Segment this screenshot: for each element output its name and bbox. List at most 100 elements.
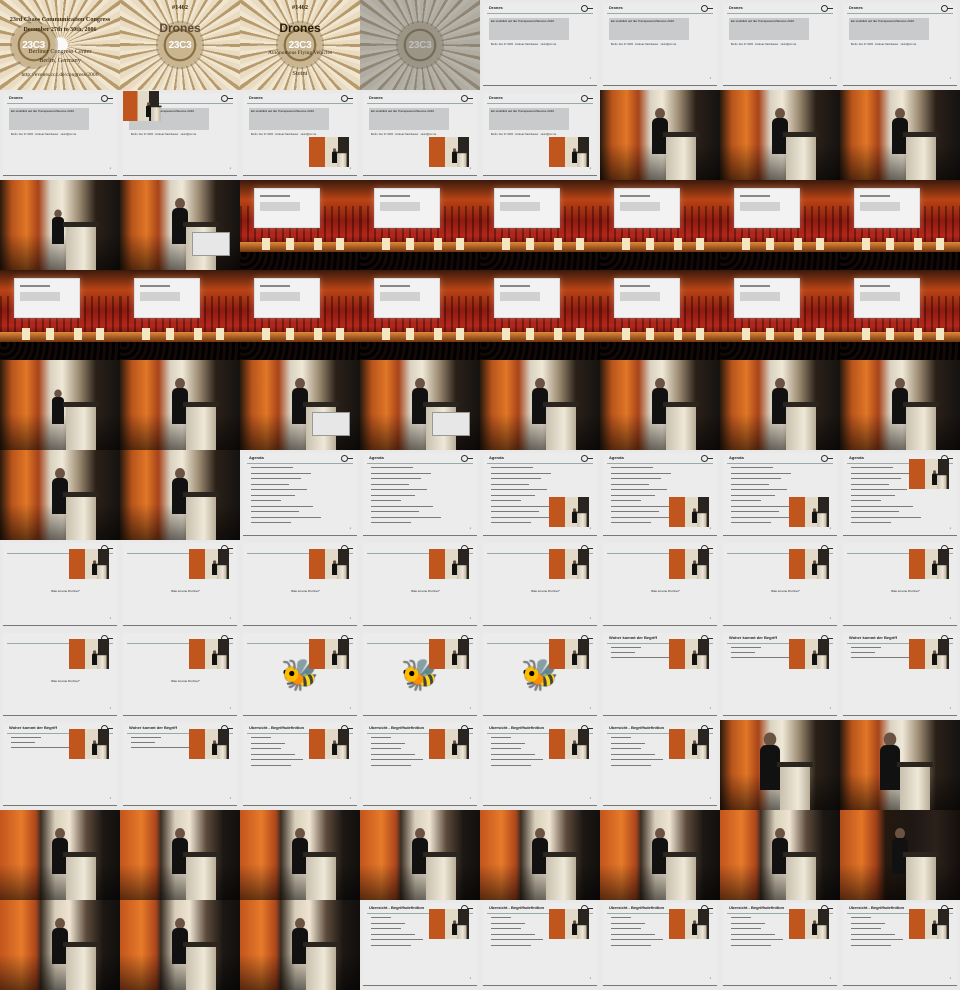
lectern (936, 923, 948, 939)
slide-page-number: 1 (949, 707, 951, 710)
slide-title: Agenda (849, 455, 864, 460)
stage-light (696, 238, 704, 250)
lectern (903, 132, 939, 180)
bullet-line (251, 467, 293, 468)
speaker-camera-inset (549, 497, 589, 527)
slide-page-number: 1 (469, 797, 471, 800)
thumbnail: Ubersicht - Begriffsdefinition 1 (240, 720, 360, 810)
slide-question-text: Was ist eine Drohne? (891, 589, 920, 593)
speaker-camera-inset (789, 497, 829, 527)
bullet-line (371, 917, 391, 918)
lectern (63, 942, 99, 990)
projection-screen (494, 278, 560, 318)
thumbnail (720, 180, 840, 270)
lectern (63, 852, 99, 900)
bullet-line (371, 939, 423, 940)
bullet-line (251, 759, 303, 760)
lectern (816, 563, 828, 579)
bullet-line (371, 742, 405, 744)
monitor-screen (432, 412, 470, 436)
bullet-line (611, 922, 645, 924)
bullet-line (491, 494, 535, 496)
speaker-camera-inset (69, 639, 109, 669)
slide: Agenda 1 (363, 453, 477, 536)
slide-title: Agenda (609, 455, 624, 460)
lectern (576, 923, 588, 939)
projection-screen (494, 188, 560, 228)
title-text: Berliner Congress Center (28, 48, 92, 55)
bullet-line (491, 742, 525, 744)
thumbnail: Drones 1 Ein Ausblick auf die Transparenzo… (600, 0, 720, 90)
lectern (336, 743, 348, 759)
slide-page-number: 1 (589, 617, 591, 620)
thumbnail: Woher kommt der Begriff 1 (720, 630, 840, 720)
thumbnail (120, 180, 240, 270)
bullet-line (371, 500, 401, 501)
speaker-camera-inset (429, 137, 469, 167)
bullet-line (491, 472, 551, 474)
bullet-line (491, 511, 539, 512)
speaker-camera-inset (429, 639, 469, 669)
thumbnail (840, 810, 960, 900)
slide: Ubersicht - Begriffsdefinition 1 (483, 903, 597, 986)
bullet-line (371, 753, 415, 755)
thumbnail: 1 Was ist eine Drohne? (0, 630, 120, 720)
slide-page-number: 1 (349, 617, 351, 620)
bullet-line (371, 511, 419, 512)
lectern (456, 563, 468, 579)
stage-light (936, 238, 944, 250)
thumbnail (120, 810, 240, 900)
stage-light (886, 238, 894, 250)
bullet-line (251, 511, 299, 512)
slide-page-number: 1 (949, 617, 951, 620)
slide-title: Woher kommt der Begriff (849, 635, 897, 640)
thumbnail (840, 360, 960, 450)
bullet-line (611, 647, 641, 648)
thumbnail: Drones 1 Ein Ausblick auf die Transparenzo… (240, 90, 360, 180)
slide-meta-text: Berlin, Dec 27 2006 · Andreas Steinhause… (851, 43, 917, 46)
speaker-camera-inset (789, 549, 829, 579)
lectern (576, 151, 588, 167)
slide: 1 Was ist eine Drohne? (723, 543, 837, 626)
thumbnail (720, 90, 840, 180)
slide: 1 Was ist eine Drohne? (603, 543, 717, 626)
thumbnail: 23C3 #1402 Drones Autonomous Flying Vehicle… (240, 0, 360, 90)
speaker-camera-inset (309, 729, 349, 759)
bullet-line (731, 489, 787, 490)
thumbnail (120, 270, 240, 360)
bullet-line (251, 748, 281, 749)
slide-title: Agenda (489, 455, 504, 460)
bullet-line (371, 944, 411, 946)
thumbnail (120, 450, 240, 540)
bullet-line (731, 522, 771, 523)
bullet-line (371, 928, 401, 929)
slide-title: Ubersicht - Begriffsdefinition (609, 905, 665, 910)
ccc-logo-icon (341, 95, 353, 102)
lectern (150, 105, 162, 121)
slide: 1 Was ist eine Drohne? (843, 543, 957, 626)
bullet-line (731, 500, 761, 501)
slide-title: Ubersicht - Begriffsdefinition (369, 725, 425, 730)
lectern (96, 653, 108, 669)
stage-light (862, 238, 870, 250)
bullet-line (731, 478, 781, 479)
speaker-camera-inset (909, 639, 949, 669)
slide-title: Drones (489, 95, 503, 100)
stage-light (502, 328, 510, 340)
stage-light (622, 328, 630, 340)
bullet-line (611, 489, 667, 490)
bullet-line (611, 467, 653, 468)
lectern (303, 942, 339, 990)
lectern (576, 511, 588, 527)
stage-light (406, 238, 414, 250)
stage-light (936, 328, 944, 340)
thumbnail (600, 90, 720, 180)
bullet-line (491, 944, 531, 946)
thumbnail: Drones 1 Ein Ausblick auf die Transparenzo… (720, 0, 840, 90)
thumbnail (0, 810, 120, 900)
slide: Woher kommt der Begriff 1 (123, 723, 237, 806)
bullet-line (611, 939, 663, 940)
slide-title: Agenda (729, 455, 744, 460)
stage-light (696, 328, 704, 340)
thumbnail: Agenda 1 (480, 450, 600, 540)
